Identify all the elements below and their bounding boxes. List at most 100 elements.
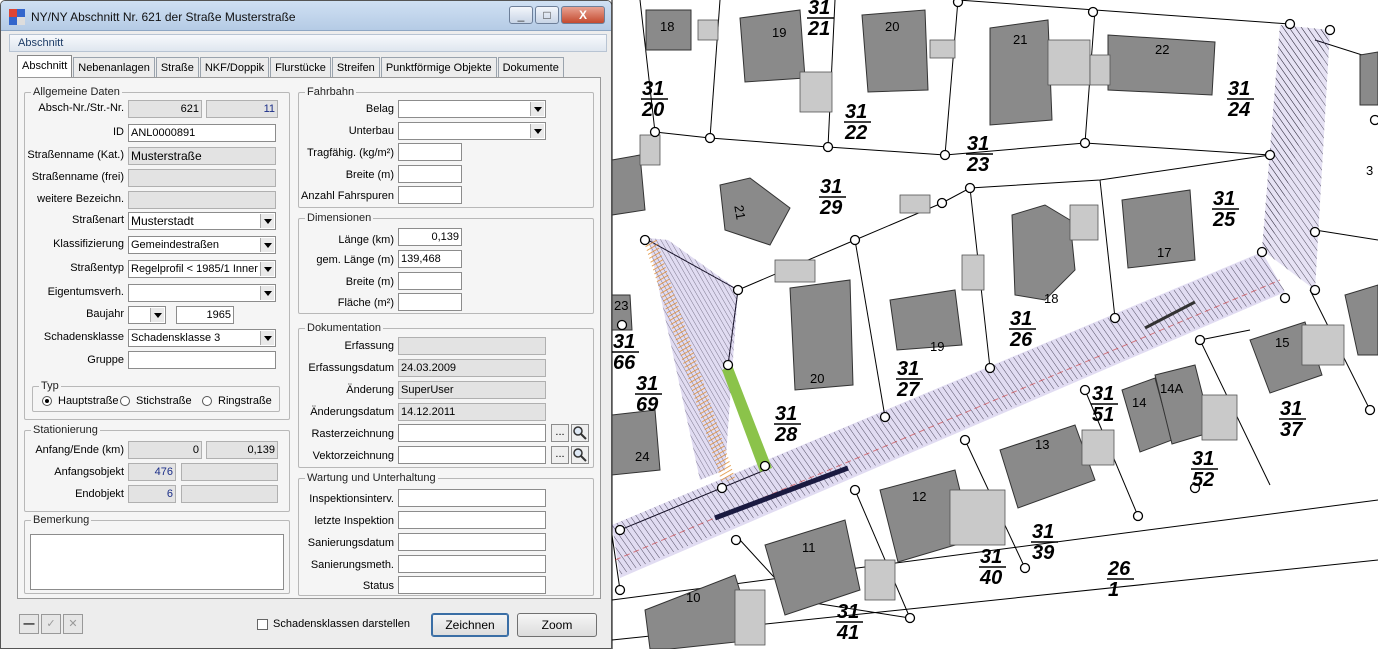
chevron-down-icon[interactable] <box>530 102 544 116</box>
tab-panel-abschnitt: Allgemeine Daten Absch-Nr./Str.-Nr. 621 … <box>17 77 601 599</box>
close-button[interactable]: X <box>561 6 605 24</box>
sanierungsdatum-field[interactable] <box>398 533 546 551</box>
chevron-down-icon[interactable] <box>260 214 274 228</box>
chevron-down-icon[interactable] <box>260 238 274 252</box>
id-field[interactable]: ANL0000891 <box>128 124 276 142</box>
svg-text:24: 24 <box>1227 99 1250 121</box>
anfang-field: 0 <box>128 441 202 459</box>
inspektionsintervall-field[interactable] <box>398 489 546 507</box>
ende-field: 0,139 <box>206 441 278 459</box>
sanierungsmethode-field[interactable] <box>398 555 546 573</box>
flaeche-field[interactable] <box>398 293 462 311</box>
tab-streifen[interactable]: Streifen <box>331 57 380 77</box>
svg-text:29: 29 <box>819 197 843 219</box>
anfang-ende-label: Anfang/Ende (km) <box>35 444 124 456</box>
vektorzeichnung-view-button[interactable] <box>571 446 589 464</box>
zoom-button[interactable]: Zoom <box>517 613 597 637</box>
chevron-down-icon[interactable] <box>260 331 274 345</box>
strassenname-kat-field: Musterstraße <box>128 147 276 165</box>
zeichnen-button[interactable]: Zeichnen <box>431 613 509 637</box>
tab-flurstuecke[interactable]: Flurstücke <box>270 57 331 77</box>
radio-stichstrasse-label[interactable]: Stichstraße <box>136 395 192 407</box>
gruppe-field[interactable] <box>128 351 276 369</box>
svg-text:31: 31 <box>1032 521 1054 543</box>
belag-select[interactable] <box>398 100 546 118</box>
schadensklassen-checkbox[interactable] <box>257 619 268 630</box>
parcel-number: 3141 <box>836 601 863 644</box>
title-bar[interactable]: NY/NY Abschnitt Nr. 621 der Straße Muste… <box>1 1 611 31</box>
svg-text:31: 31 <box>1228 78 1250 100</box>
tab-strasse[interactable]: Straße <box>155 57 199 77</box>
house-number: 17 <box>1157 245 1171 260</box>
klassifizierung-select[interactable]: Gemeindestraßen <box>128 236 276 254</box>
tab-abschnitt[interactable]: Abschnitt <box>17 55 73 77</box>
chevron-down-icon[interactable] <box>150 308 164 322</box>
house-number: 18 <box>660 19 674 34</box>
house-number: 20 <box>885 19 899 34</box>
vektorzeichnung-browse-button[interactable]: ... <box>551 446 569 464</box>
minimize-button[interactable]: _ <box>509 6 533 24</box>
group-title: Typ <box>39 380 61 392</box>
rasterzeichnung-field[interactable] <box>398 424 546 442</box>
endobjekt-label: Endobjekt <box>75 488 124 500</box>
tab-punktfoermige-objekte[interactable]: Punktförmige Objekte <box>380 57 497 77</box>
schadensklasse-select[interactable]: Schadensklasse 3 <box>128 329 276 347</box>
strassenname-kat-label: Straßenname (Kat.) <box>27 149 124 161</box>
minus-tool-button[interactable]: — <box>19 614 39 634</box>
house-number: 20 <box>810 371 824 386</box>
svg-text:31: 31 <box>1213 188 1235 210</box>
svg-text:26: 26 <box>1107 558 1131 580</box>
fahrbahn-breite-label: Breite (m) <box>345 169 394 181</box>
bemerkung-textarea[interactable] <box>30 534 284 590</box>
erfassung-field <box>398 337 546 355</box>
strassenart-select[interactable]: Musterstadt <box>128 212 276 230</box>
svg-text:40: 40 <box>979 567 1002 589</box>
radio-hauptstrasse-label[interactable]: Hauptstraße <box>58 395 119 407</box>
status-field[interactable] <box>398 576 546 594</box>
svg-text:31: 31 <box>820 176 842 198</box>
chevron-down-icon[interactable] <box>530 124 544 138</box>
tab-dokumente[interactable]: Dokumente <box>497 57 564 77</box>
chevron-down-icon[interactable] <box>260 262 274 276</box>
rasterzeichnung-browse-button[interactable]: ... <box>551 424 569 442</box>
dim-breite-field[interactable] <box>398 272 462 290</box>
section-header[interactable]: Abschnitt <box>9 34 607 52</box>
parcel-number: 3124 <box>1227 78 1254 121</box>
maximize-button[interactable]: □ <box>535 6 559 24</box>
tab-nkf-doppik[interactable]: NKF/Doppik <box>199 57 270 77</box>
schadensklassen-checkbox-label[interactable]: Schadensklassen darstellen <box>273 618 410 630</box>
baujahr-field[interactable]: 1965 <box>176 306 234 324</box>
strassentyp-select[interactable]: Regelprofil < 1985/1 Inner <box>128 260 276 278</box>
radio-hauptstrasse[interactable] <box>42 396 52 406</box>
erfassungsdatum-label: Erfassungsdatum <box>308 362 394 374</box>
house-number: 18 <box>1044 291 1058 306</box>
absch-nr-field: 621 <box>128 100 202 118</box>
radio-stichstrasse[interactable] <box>120 396 130 406</box>
fahrspuren-field[interactable] <box>398 186 462 204</box>
gem-laenge-field[interactable]: 139,468 <box>398 250 462 268</box>
house-number: 24 <box>635 449 649 464</box>
eigentumsverh-select[interactable] <box>128 284 276 302</box>
cancel-tool-button[interactable]: ✕ <box>63 614 83 634</box>
anfangsobjekt-label: Anfangsobjekt <box>54 466 124 478</box>
tragfaehigkeit-field[interactable] <box>398 143 462 161</box>
house-number: 12 <box>912 489 926 504</box>
radio-ringstrasse[interactable] <box>202 396 212 406</box>
rasterzeichnung-view-button[interactable] <box>571 424 589 442</box>
svg-text:20: 20 <box>641 99 664 121</box>
radio-ringstrasse-label[interactable]: Ringstraße <box>218 395 272 407</box>
baujahr-select[interactable] <box>128 306 166 324</box>
laenge-field[interactable]: 0,139 <box>398 228 462 246</box>
tab-nebenanlagen[interactable]: Nebenanlagen <box>73 57 155 77</box>
fahrbahn-breite-field[interactable] <box>398 165 462 183</box>
fahrspuren-label: Anzahl Fahrspuren <box>301 190 394 202</box>
erfassungsdatum-field: 24.03.2009 <box>398 359 546 377</box>
check-tool-button[interactable]: ✓ <box>41 614 61 634</box>
letzte-inspektion-field[interactable] <box>398 511 546 529</box>
parcel-number: 3129 <box>819 176 846 219</box>
svg-text:39: 39 <box>1032 542 1055 564</box>
str-nr-field: 11 <box>206 100 278 118</box>
unterbau-select[interactable] <box>398 122 546 140</box>
chevron-down-icon[interactable] <box>260 286 274 300</box>
vektorzeichnung-field[interactable] <box>398 446 546 464</box>
